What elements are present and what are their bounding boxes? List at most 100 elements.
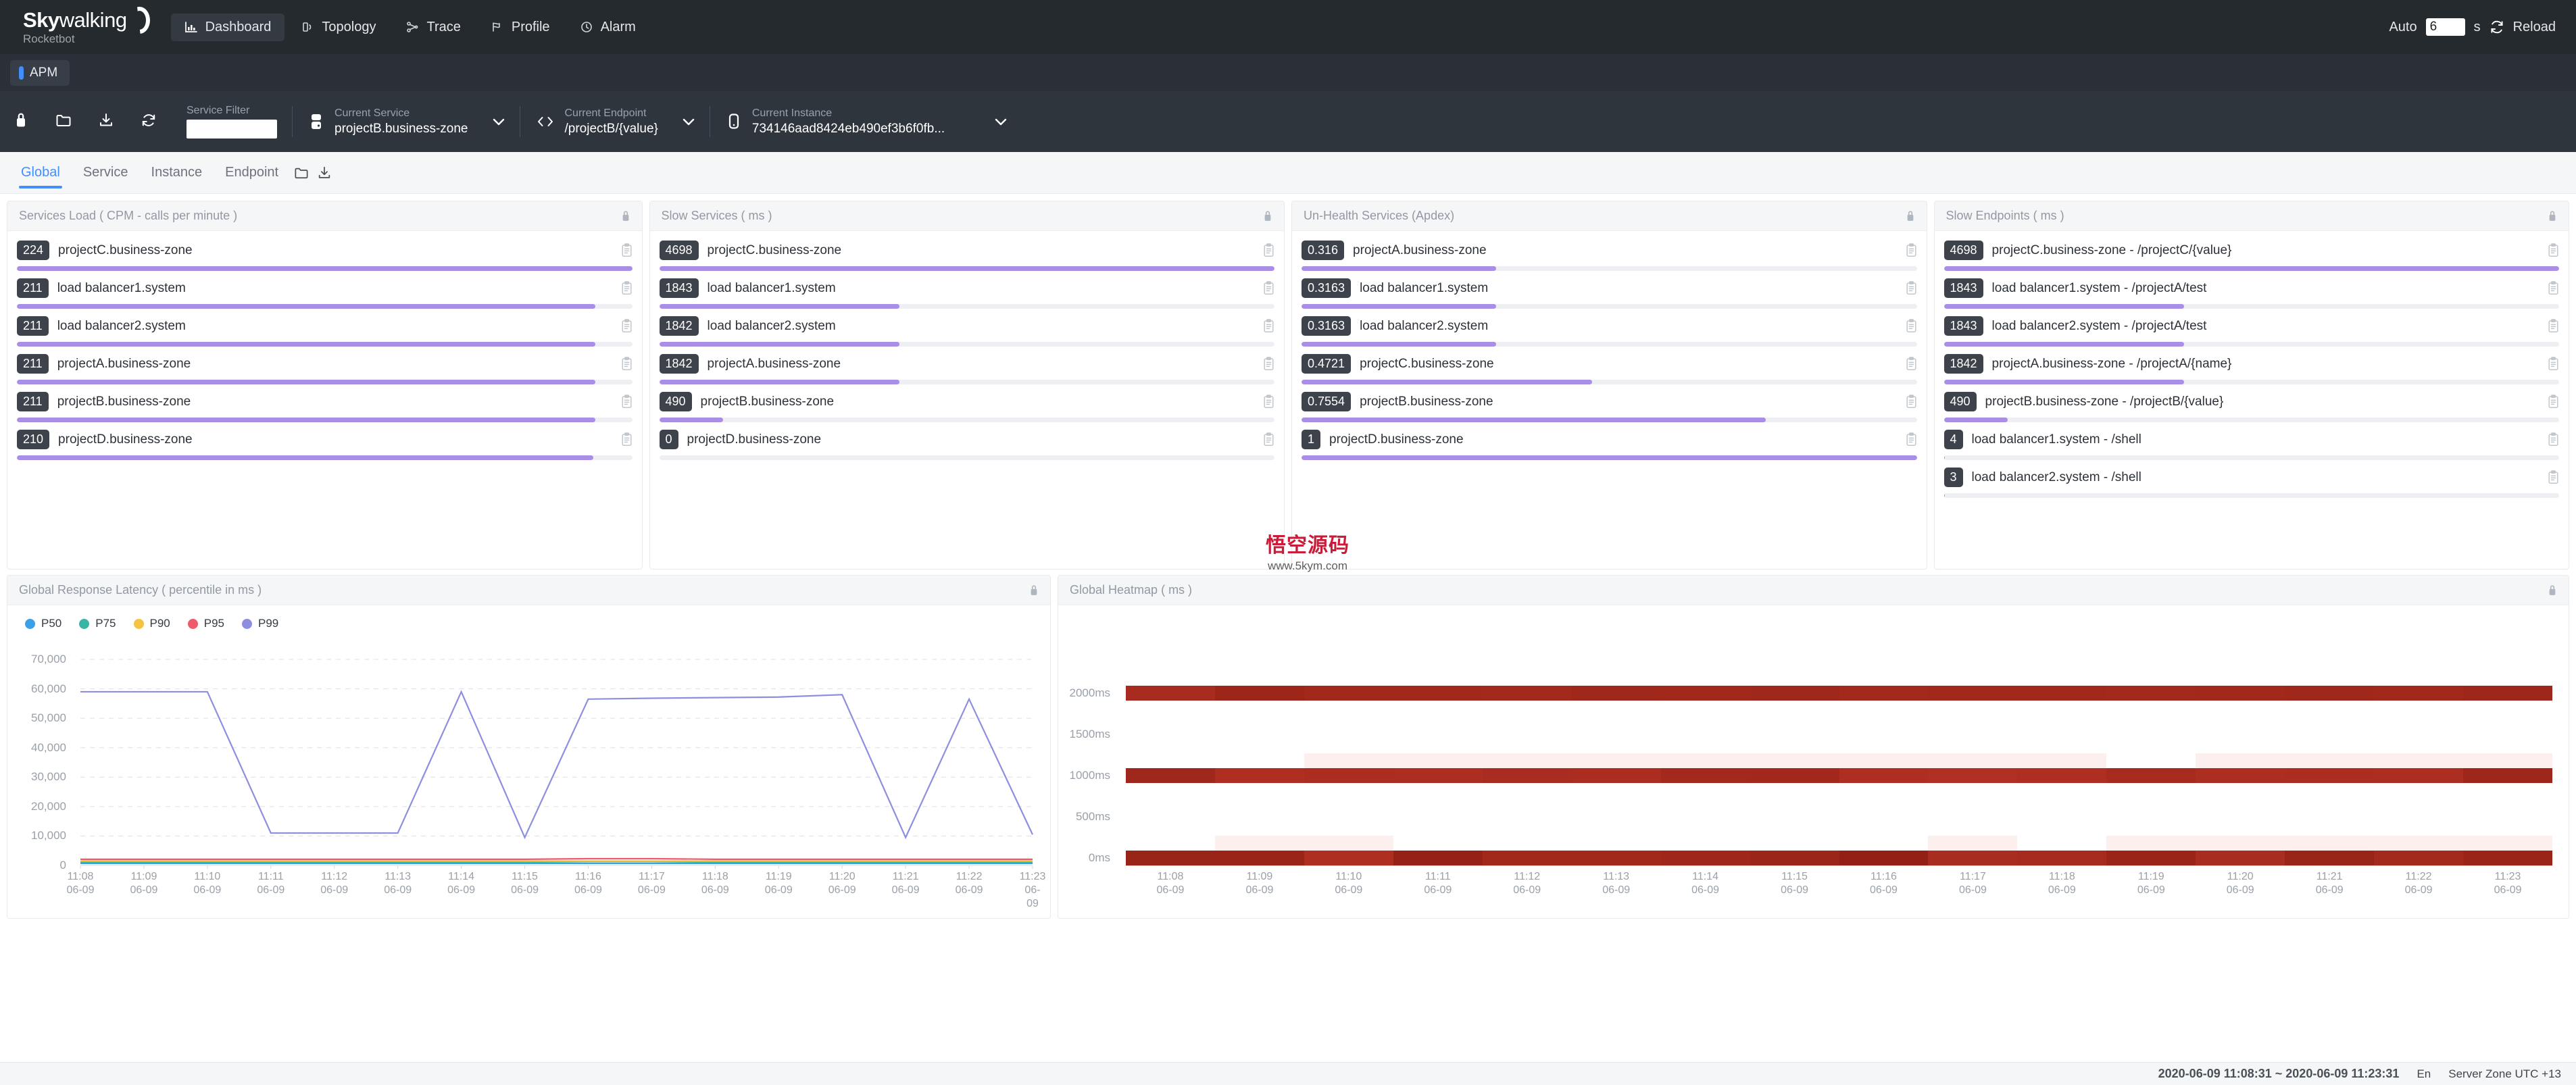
- heatmap-cell[interactable]: [2106, 686, 2196, 701]
- nav-item-profile[interactable]: Profile: [477, 14, 564, 41]
- list-item[interactable]: 3 load balancer2.system - /shell: [1943, 466, 2559, 498]
- heatmap-cell[interactable]: [1304, 836, 1393, 851]
- heatmap-chart-body[interactable]: 2000ms 1500ms 1000ms 500ms 0ms 11:08 06-09 11:0…: [1058, 605, 2569, 918]
- heatmap-cell[interactable]: [1214, 836, 1304, 851]
- subtab-global[interactable]: Global: [9, 152, 72, 194]
- heatmap-cell[interactable]: [2285, 851, 2375, 865]
- list-item[interactable]: 211 projectA.business-zone: [17, 353, 633, 384]
- heatmap-cell[interactable]: [1126, 783, 1215, 824]
- heatmap-cell[interactable]: [2017, 753, 2107, 768]
- heatmap-cell[interactable]: [2285, 783, 2374, 824]
- copy-icon[interactable]: [621, 395, 633, 409]
- list-item[interactable]: 0.3163 load balancer1.system: [1302, 277, 1917, 309]
- tab-apm[interactable]: APM: [10, 59, 70, 86]
- heatmap-cell[interactable]: [2196, 701, 2285, 742]
- heatmap-cell[interactable]: [1571, 768, 1661, 783]
- heatmap-cell[interactable]: [1928, 836, 2018, 851]
- heatmap-cell[interactable]: [1928, 783, 2017, 824]
- heatmap-cell[interactable]: [1393, 851, 1483, 865]
- download-button[interactable]: [85, 91, 127, 152]
- copy-icon[interactable]: [1263, 243, 1274, 257]
- copy-icon[interactable]: [2548, 395, 2559, 409]
- heatmap-cell[interactable]: [1928, 851, 2018, 865]
- chevron-down-icon[interactable]: [995, 118, 1007, 126]
- heatmap-cell[interactable]: [1928, 753, 2018, 768]
- heatmap-cell[interactable]: [1214, 768, 1304, 783]
- latency-chart-body[interactable]: P50 P75 P90 P95 P99 0 10,000 20,000 30,000 40,00…: [7, 605, 1050, 918]
- heatmap-cell[interactable]: [1928, 686, 2018, 701]
- lock-icon[interactable]: [1262, 210, 1273, 222]
- latency-plot-area[interactable]: 0 10,000 20,000 30,000 40,000 50,000 60,000 70,…: [7, 640, 1050, 918]
- refresh-button[interactable]: [128, 91, 170, 152]
- copy-icon[interactable]: [1906, 281, 1917, 295]
- heatmap-cell[interactable]: [2463, 701, 2552, 742]
- heatmap-cell[interactable]: [1750, 686, 1839, 701]
- heatmap-cell[interactable]: [2285, 701, 2374, 742]
- heatmap-cell[interactable]: [2285, 753, 2375, 768]
- heatmap-cell[interactable]: [1660, 768, 1750, 783]
- heatmap-cell[interactable]: [1839, 851, 1929, 865]
- subtab-service[interactable]: Service: [72, 152, 140, 194]
- heatmap-cell[interactable]: [1393, 768, 1483, 783]
- lock-icon[interactable]: [2547, 584, 2558, 597]
- heatmap-cell[interactable]: [2017, 783, 2106, 824]
- heatmap-cell[interactable]: [1482, 851, 1572, 865]
- legend-item[interactable]: P75: [79, 617, 116, 630]
- list-item[interactable]: 490 projectB.business-zone - /projectB/{v…: [1943, 390, 2559, 422]
- list-item[interactable]: 224 projectC.business-zone: [17, 239, 633, 271]
- heatmap-cell[interactable]: [2374, 768, 2464, 783]
- heatmap-cell[interactable]: [1215, 701, 1304, 742]
- heatmap-plot-area[interactable]: 2000ms 1500ms 1000ms 500ms 0ms 11:08 06-09 11:0…: [1058, 640, 2569, 918]
- heatmap-cell[interactable]: [1750, 783, 1839, 824]
- copy-icon[interactable]: [1906, 319, 1917, 333]
- heatmap-cell[interactable]: [1304, 686, 1393, 701]
- language-selector[interactable]: En: [2417, 1067, 2431, 1081]
- heatmap-cell[interactable]: [2196, 851, 2285, 865]
- copy-icon[interactable]: [1263, 432, 1274, 447]
- heatmap-cell[interactable]: [2285, 768, 2375, 783]
- heatmap-cell[interactable]: [2106, 701, 2196, 742]
- heatmap-cell[interactable]: [1214, 686, 1304, 701]
- list-item[interactable]: 0.4721 projectC.business-zone: [1302, 353, 1917, 384]
- heatmap-cell[interactable]: [1928, 768, 2018, 783]
- subtab-endpoint[interactable]: Endpoint: [214, 152, 290, 194]
- list-item[interactable]: 4 load balancer1.system - /shell: [1943, 428, 2559, 460]
- chevron-down-icon[interactable]: [683, 118, 695, 126]
- list-item[interactable]: 1 projectD.business-zone: [1302, 428, 1917, 460]
- list-item[interactable]: 1843 load balancer1.system - /projectA/te…: [1943, 277, 2559, 309]
- heatmap-cell[interactable]: [2463, 686, 2552, 701]
- folder-button[interactable]: [43, 91, 84, 152]
- heatmap-cell[interactable]: [1572, 783, 1661, 824]
- list-item[interactable]: 1843 load balancer2.system - /projectA/te…: [1943, 315, 2559, 347]
- heatmap-cell[interactable]: [1750, 701, 1839, 742]
- list-item[interactable]: 4698 projectC.business-zone - /projectC/{…: [1943, 239, 2559, 271]
- heatmap-cell[interactable]: [1661, 783, 1750, 824]
- heatmap-cell[interactable]: [1660, 851, 1750, 865]
- list-item[interactable]: 211 load balancer1.system: [17, 277, 633, 309]
- legend-item[interactable]: P90: [133, 617, 170, 630]
- subtab-instance[interactable]: Instance: [140, 152, 214, 194]
- heatmap-cell[interactable]: [1304, 768, 1393, 783]
- lock-button[interactable]: [0, 91, 42, 152]
- lock-icon[interactable]: [1029, 584, 1039, 597]
- lock-icon[interactable]: [620, 210, 631, 222]
- heatmap-cell[interactable]: [2106, 836, 2196, 851]
- list-item[interactable]: 0.3163 load balancer2.system: [1302, 315, 1917, 347]
- auto-refresh-input[interactable]: [2425, 18, 2465, 36]
- copy-icon[interactable]: [2548, 319, 2559, 333]
- brand-logo[interactable]: Sky walking Rocketbot: [23, 9, 145, 45]
- heatmap-cell[interactable]: [1750, 768, 1839, 783]
- heatmap-cell[interactable]: [2463, 836, 2552, 851]
- heatmap-cell[interactable]: [2106, 851, 2196, 865]
- legend-item[interactable]: P95: [187, 617, 224, 630]
- heatmap-cell[interactable]: [2374, 783, 2463, 824]
- list-item[interactable]: 490 projectB.business-zone: [659, 390, 1274, 422]
- heatmap-cell[interactable]: [1928, 701, 2017, 742]
- heatmap-cell[interactable]: [1571, 851, 1661, 865]
- nav-item-dashboard[interactable]: Dashboard: [170, 13, 285, 41]
- lock-icon[interactable]: [2547, 210, 2558, 222]
- heatmap-cell[interactable]: [1839, 686, 1929, 701]
- heatmap-cell[interactable]: [1571, 686, 1661, 701]
- heatmap-cell[interactable]: [2196, 768, 2285, 783]
- current-endpoint-selector[interactable]: Current Endpoint /projectB/{value}: [520, 91, 710, 152]
